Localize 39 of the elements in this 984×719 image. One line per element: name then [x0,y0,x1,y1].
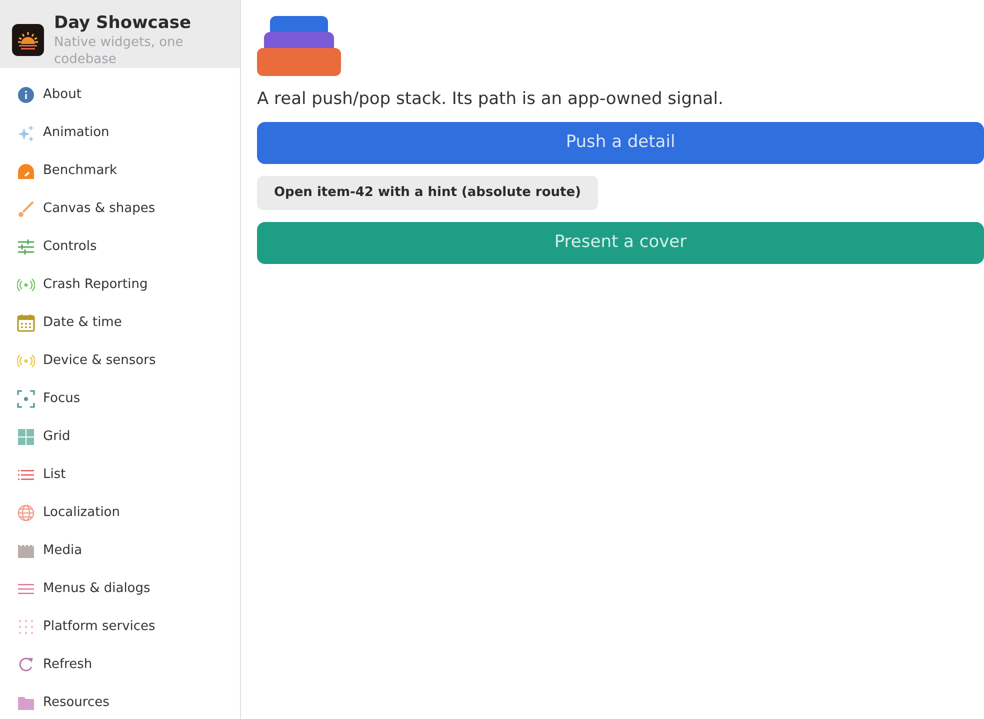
sidebar-item[interactable]: Focus [0,380,240,418]
paintbrush-icon [17,200,35,218]
sparkles-icon [17,124,35,142]
sidebar-item[interactable]: Resources [0,684,240,719]
sidebar-item[interactable]: Controls [0,228,240,266]
info-icon [17,86,35,104]
sidebar-item[interactable]: Date & time [0,304,240,342]
sidebar-item[interactable]: Platform services [0,608,240,646]
refresh-icon [17,656,35,674]
sidebar-item[interactable]: Media [0,532,240,570]
app-title: Day Showcase [54,12,192,34]
grid-icon [17,428,35,446]
dots-grid-icon [17,618,35,636]
sidebar-item[interactable]: List [0,456,240,494]
sunset-logo-icon [12,24,44,56]
sidebar-item[interactable]: About [0,76,240,114]
speedometer-icon [17,162,35,180]
sidebar-item[interactable]: Grid [0,418,240,456]
globe-icon [17,504,35,522]
app-subtitle: Native widgets, one codebase [54,34,184,68]
sidebar-item[interactable]: Canvas & shapes [0,190,240,228]
broadcast-icon [17,276,35,294]
calendar-icon [17,314,35,332]
sidebar-item[interactable]: Animation [0,114,240,152]
sidebar-item[interactable]: Menus & dialogs [0,570,240,608]
sidebar-item[interactable]: Refresh [0,646,240,684]
stacked-layers-icon [257,16,341,76]
open-item-button[interactable]: Open item-42 with a hint (absolute route) [257,176,598,210]
push-detail-button[interactable]: Push a detail [257,122,984,164]
sidebar-item[interactable]: Localization [0,494,240,532]
broadcast-icon [17,352,35,370]
description-text: A real push/pop stack. Its path is an app-owned signal. [257,88,724,110]
focus-frame-icon [17,390,35,408]
sliders-icon [17,238,35,256]
folder-icon [17,694,35,712]
sidebar-item[interactable]: Device & sensors [0,342,240,380]
clapperboard-icon [17,542,35,560]
sidebar-item[interactable]: Benchmark [0,152,240,190]
sidebar-item[interactable]: Crash Reporting [0,266,240,304]
